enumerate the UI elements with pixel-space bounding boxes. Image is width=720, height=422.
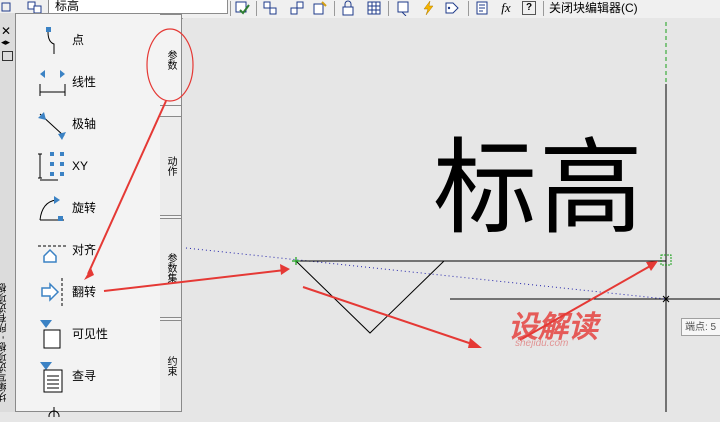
annotation-arrow-head <box>280 264 290 275</box>
highlight-circle <box>146 28 194 102</box>
annotation-arrow-head <box>468 338 482 348</box>
watermark-url: shejidu.com <box>515 338 569 349</box>
annotation-arrow-head <box>646 261 658 271</box>
annotation-arrow-3 <box>302 286 476 346</box>
drawing-geometry <box>84 22 720 412</box>
endpoint-tooltip: 端点: 5 <box>681 318 720 336</box>
elevation-triangle <box>295 260 445 334</box>
annotation-arrow-1 <box>87 100 167 275</box>
annotation-arrow-2 <box>103 269 286 292</box>
